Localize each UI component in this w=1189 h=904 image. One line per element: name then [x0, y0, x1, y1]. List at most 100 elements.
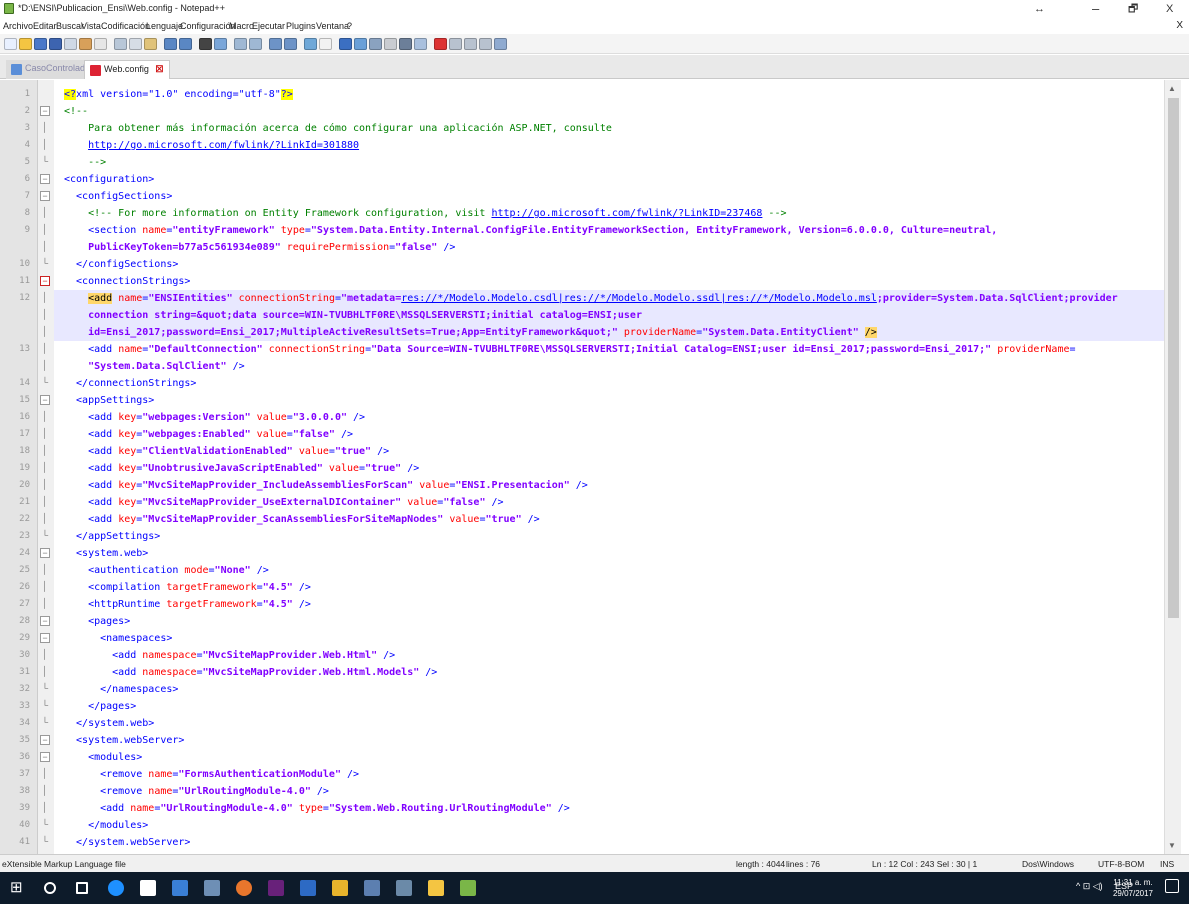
code-line[interactable]: <configuration> — [64, 171, 1164, 188]
open-file-icon[interactable] — [19, 38, 32, 50]
code-line[interactable]: <section name="entityFramework" type="Sy… — [64, 222, 1164, 239]
record-macro-icon[interactable] — [434, 38, 447, 50]
paint-icon[interactable] — [204, 880, 220, 896]
menu-codificacion[interactable]: Codificación — [101, 21, 150, 31]
code-line[interactable]: <?xml version="1.0" encoding="utf-8"?> — [64, 86, 1164, 103]
folder-workspace-icon[interactable] — [399, 38, 412, 50]
task-view-icon[interactable] — [76, 882, 88, 894]
code-line[interactable]: Para obtener más información acerca de c… — [64, 120, 1164, 137]
system-tray-icons[interactable]: ^ ⊡ ◁) — [1076, 881, 1103, 892]
sql-server-icon[interactable] — [364, 880, 380, 896]
scroll-down-icon[interactable]: ▼ — [1168, 841, 1176, 850]
menu-ejecutar[interactable]: Ejecutar — [252, 21, 285, 31]
fold-toggle-icon[interactable]: − — [40, 633, 50, 643]
code-line[interactable]: PublicKeyToken=b77a5c561934e089" require… — [64, 239, 1164, 256]
code-line[interactable]: </system.web> — [64, 715, 1164, 732]
close-button[interactable]: X — [1166, 1, 1173, 17]
play-multiple-icon[interactable] — [479, 38, 492, 50]
menu-buscar[interactable]: Buscar — [56, 21, 84, 31]
maximize-button[interactable]: 🗗 — [1128, 1, 1138, 17]
code-line[interactable]: <add name="ENSIEntities" connectionStrin… — [64, 290, 1164, 307]
redo-icon[interactable] — [179, 38, 192, 50]
show-all-chars-icon[interactable] — [319, 38, 332, 50]
code-line[interactable]: <add key="MvcSiteMapProvider_IncludeAsse… — [64, 477, 1164, 494]
fold-toggle-icon[interactable]: − — [40, 174, 50, 184]
sticky-notes-icon[interactable] — [428, 880, 444, 896]
code-line[interactable]: <add namespace="MvcSiteMapProvider.Web.H… — [64, 647, 1164, 664]
code-line[interactable]: <authentication mode="None" /> — [64, 562, 1164, 579]
close-document-button[interactable]: X — [1176, 20, 1183, 31]
code-line[interactable]: connection string=&quot;data source=WIN-… — [64, 307, 1164, 324]
doc-map-icon[interactable] — [369, 38, 382, 50]
code-line[interactable]: <connectionStrings> — [64, 273, 1164, 290]
function-list-icon[interactable] — [384, 38, 397, 50]
chrome-icon[interactable] — [236, 880, 252, 896]
code-line[interactable]: <configSections> — [64, 188, 1164, 205]
paste-icon[interactable] — [144, 38, 157, 50]
code-line[interactable]: <add key="webpages:Version" value="3.0.0… — [64, 409, 1164, 426]
code-line[interactable]: <add key="MvcSiteMapProvider_UseExternal… — [64, 494, 1164, 511]
code-token[interactable]: res://*/Modelo.Modelo.csdl|res://*/Model… — [401, 293, 877, 304]
folder-icon[interactable] — [332, 880, 348, 896]
print-icon[interactable] — [94, 38, 107, 50]
menu-ventana[interactable]: Ventana — [316, 21, 349, 31]
cut-icon[interactable] — [114, 38, 127, 50]
find-icon[interactable] — [199, 38, 212, 50]
play-macro-icon[interactable] — [464, 38, 477, 50]
vertical-scrollbar[interactable]: ▲ ▼ — [1164, 80, 1181, 854]
code-line[interactable]: </modules> — [64, 817, 1164, 834]
fold-toggle-icon[interactable]: − — [40, 395, 50, 405]
replace-icon[interactable] — [214, 38, 227, 50]
clock[interactable]: 11:31 a. m. 29/07/2017 — [1113, 877, 1153, 899]
code-line[interactable]: <modules> — [64, 749, 1164, 766]
code-line[interactable]: <!-- For more information on Entity Fram… — [64, 205, 1164, 222]
visual-studio-icon[interactable] — [268, 880, 284, 896]
code-line[interactable]: <!-- — [64, 103, 1164, 120]
save-all-icon[interactable] — [49, 38, 62, 50]
tab-web-config[interactable]: Web.config ☒ — [84, 60, 171, 79]
fold-toggle-icon[interactable]: − — [40, 548, 50, 558]
sync-vertical-icon[interactable] — [269, 38, 282, 50]
word-wrap-icon[interactable] — [304, 38, 317, 50]
mail-icon[interactable] — [172, 880, 188, 896]
menu-macro[interactable]: Macro — [229, 21, 254, 31]
code-line[interactable]: <pages> — [64, 613, 1164, 630]
code-line[interactable]: </pages> — [64, 698, 1164, 715]
close-file-icon[interactable] — [64, 38, 77, 50]
code-line[interactable]: <add key="UnobtrusiveJavaScriptEnabled" … — [64, 460, 1164, 477]
notepad-plus-plus-icon[interactable] — [460, 880, 476, 896]
menu-archivo[interactable]: Archivo — [3, 21, 33, 31]
code-line[interactable]: <system.webServer> — [64, 732, 1164, 749]
code-line[interactable]: <compilation targetFramework="4.5" /> — [64, 579, 1164, 596]
monitoring-icon[interactable] — [414, 38, 427, 50]
menu-editar[interactable]: Editar — [33, 21, 57, 31]
save-macro-icon[interactable] — [494, 38, 507, 50]
menu-plugins[interactable]: Plugins — [286, 21, 316, 31]
menu-vista[interactable]: Vista — [81, 21, 101, 31]
code-line[interactable]: "System.Data.SqlClient" /> — [64, 358, 1164, 375]
fold-toggle-icon[interactable]: − — [40, 276, 50, 286]
code-line[interactable]: </appSettings> — [64, 528, 1164, 545]
code-token[interactable]: http://go.microsoft.com/fwlink/?LinkID=2… — [491, 208, 762, 219]
stop-macro-icon[interactable] — [449, 38, 462, 50]
menu-help[interactable]: ? — [347, 21, 352, 31]
zoom-in-icon[interactable] — [234, 38, 247, 50]
code-line[interactable]: --> — [64, 154, 1164, 171]
code-line[interactable]: <system.web> — [64, 545, 1164, 562]
code-line[interactable]: </connectionStrings> — [64, 375, 1164, 392]
code-line[interactable]: <add key="webpages:Enabled" value="false… — [64, 426, 1164, 443]
minimize-button[interactable]: – — [1092, 1, 1099, 17]
menu-configuracion[interactable]: Configuración — [180, 21, 236, 31]
code-line[interactable]: <httpRuntime targetFramework="4.5" /> — [64, 596, 1164, 613]
save-icon[interactable] — [34, 38, 47, 50]
fold-toggle-icon[interactable]: − — [40, 106, 50, 116]
code-line[interactable]: <appSettings> — [64, 392, 1164, 409]
scroll-up-icon[interactable]: ▲ — [1168, 84, 1176, 93]
code-line[interactable]: <add namespace="MvcSiteMapProvider.Web.H… — [64, 664, 1164, 681]
fold-toggle-icon[interactable]: − — [40, 191, 50, 201]
code-line[interactable]: <namespaces> — [64, 630, 1164, 647]
code-line[interactable]: </configSections> — [64, 256, 1164, 273]
code-line[interactable]: <remove name="FormsAuthenticationModule"… — [64, 766, 1164, 783]
code-line[interactable]: </namespaces> — [64, 681, 1164, 698]
zoom-out-icon[interactable] — [249, 38, 262, 50]
